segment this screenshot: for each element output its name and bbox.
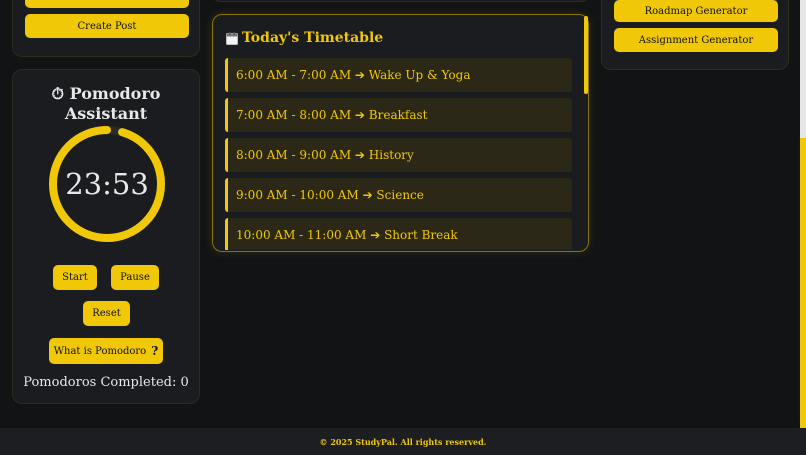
page-scrollbar-thumb[interactable] [800, 138, 806, 428]
stopwatch-icon: ⏱ [51, 84, 65, 103]
pomodoros-completed: Pomodoros Completed: 0 [23, 375, 189, 390]
roadmap-generator-button[interactable]: Roadmap Generator [614, 0, 778, 22]
what-is-pomodoro-label: What is Pomodoro [53, 345, 147, 357]
calendar-icon [226, 31, 238, 45]
what-is-pomodoro-button[interactable]: What is Pomodoro ? [49, 338, 163, 364]
start-button[interactable]: Start [53, 265, 97, 290]
timetable-title: Today's Timetable [226, 30, 383, 46]
pomodoro-title: ⏱ Pomodoro Assistant [13, 84, 199, 123]
timetable-card: Today's Timetable 6:00 AM - 7:00 AM ➔ Wa… [212, 14, 589, 252]
generators-card: Roadmap Generator Assignment Generator [601, 0, 789, 70]
timetable-item: 6:00 AM - 7:00 AM ➔ Wake Up & Yoga [225, 58, 572, 92]
timetable-item: 9:00 AM - 10:00 AM ➔ Science [225, 178, 572, 212]
timetable-title-text: Today's Timetable [242, 30, 384, 46]
footer: © 2025 StudyPal. All rights reserved. [0, 428, 806, 455]
pause-button[interactable]: Pause [111, 265, 159, 290]
pomodoro-title-text: Pomodoro Assistant [64, 84, 161, 123]
timer-display: 23:53 [65, 167, 149, 201]
timer-ring: 23:53 [48, 125, 166, 243]
timetable-item: 8:00 AM - 9:00 AM ➔ History [225, 138, 572, 172]
left-top-card: Create Post [12, 0, 200, 57]
timetable-scrollbar[interactable] [584, 16, 588, 94]
assignment-generator-button[interactable]: Assignment Generator [614, 28, 778, 52]
footer-text: © 2025 StudyPal. All rights reserved. [319, 436, 487, 447]
timetable-item: 10:00 AM - 11:00 AM ➔ Short Break [225, 218, 572, 250]
question-icon: ? [151, 344, 159, 358]
center-top-card [212, 0, 589, 2]
timetable-item: 7:00 AM - 8:00 AM ➔ Breakfast [225, 98, 572, 132]
reset-button[interactable]: Reset [83, 301, 130, 326]
create-post-button[interactable]: Create Post [25, 14, 189, 38]
page-scrollbar-upper[interactable] [800, 0, 806, 138]
pomodoro-card: ⏱ Pomodoro Assistant 23:53 Start Pause R… [12, 69, 200, 404]
timetable-list[interactable]: 6:00 AM - 7:00 AM ➔ Wake Up & Yoga 7:00 … [225, 58, 572, 250]
previous-button[interactable] [25, 0, 189, 8]
